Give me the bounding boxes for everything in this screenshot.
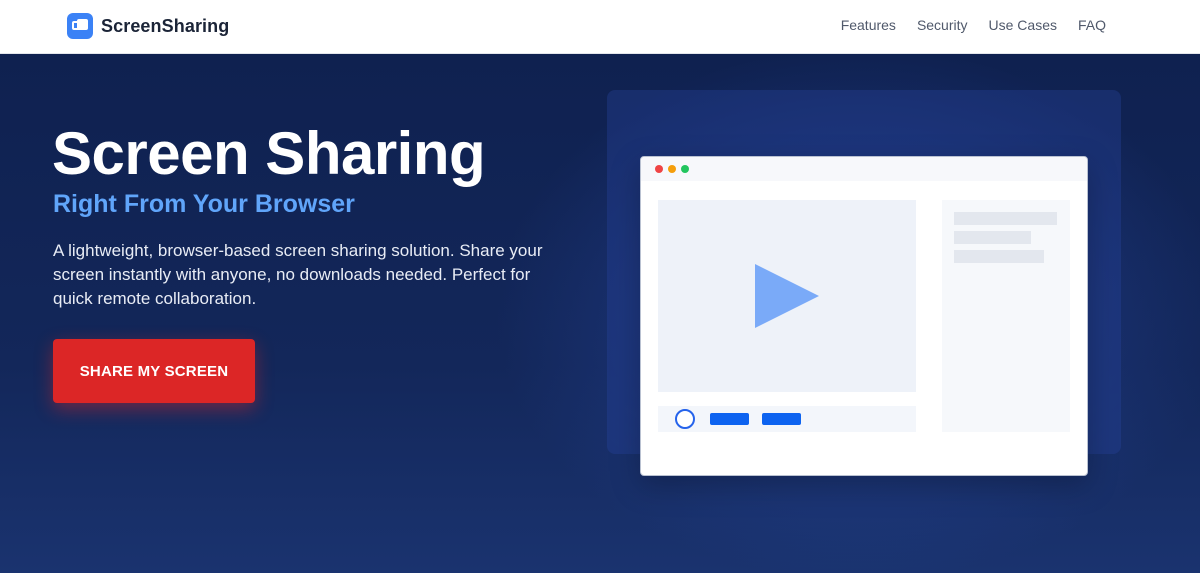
control-bar-button-placeholder — [762, 413, 801, 425]
record-circle-icon — [675, 409, 695, 429]
nav-link-features[interactable]: Features — [841, 17, 896, 33]
share-screen-button[interactable]: SHARE MY SCREEN — [53, 339, 255, 403]
video-preview — [658, 200, 916, 392]
window-titlebar — [641, 157, 1087, 181]
nav-link-security[interactable]: Security — [917, 17, 968, 33]
control-bar-button-placeholder — [710, 413, 749, 425]
top-navbar: ScreenSharing Features Security Use Case… — [0, 0, 1200, 54]
video-controls-bar — [658, 406, 916, 432]
main-nav: Features Security Use Cases FAQ — [841, 17, 1106, 33]
nav-link-use-cases[interactable]: Use Cases — [989, 17, 1057, 33]
browser-window-illustration — [640, 156, 1088, 476]
window-sidebar — [942, 200, 1070, 432]
nav-link-faq[interactable]: FAQ — [1078, 17, 1106, 33]
brand-name: ScreenSharing — [101, 15, 230, 36]
screens-icon — [67, 13, 93, 39]
sidebar-text-placeholder — [954, 231, 1031, 244]
window-close-dot — [655, 165, 663, 173]
hero-subtitle: Right From Your Browser — [53, 190, 355, 218]
brand-logo[interactable]: ScreenSharing — [67, 13, 229, 39]
window-maximize-dot — [681, 165, 689, 173]
play-icon — [755, 264, 819, 328]
sidebar-text-placeholder — [954, 212, 1057, 225]
hero-title: Screen Sharing — [52, 120, 486, 187]
window-minimize-dot — [668, 165, 676, 173]
hero-description: A lightweight, browser-based screen shar… — [53, 241, 543, 308]
sidebar-text-placeholder — [954, 250, 1044, 263]
